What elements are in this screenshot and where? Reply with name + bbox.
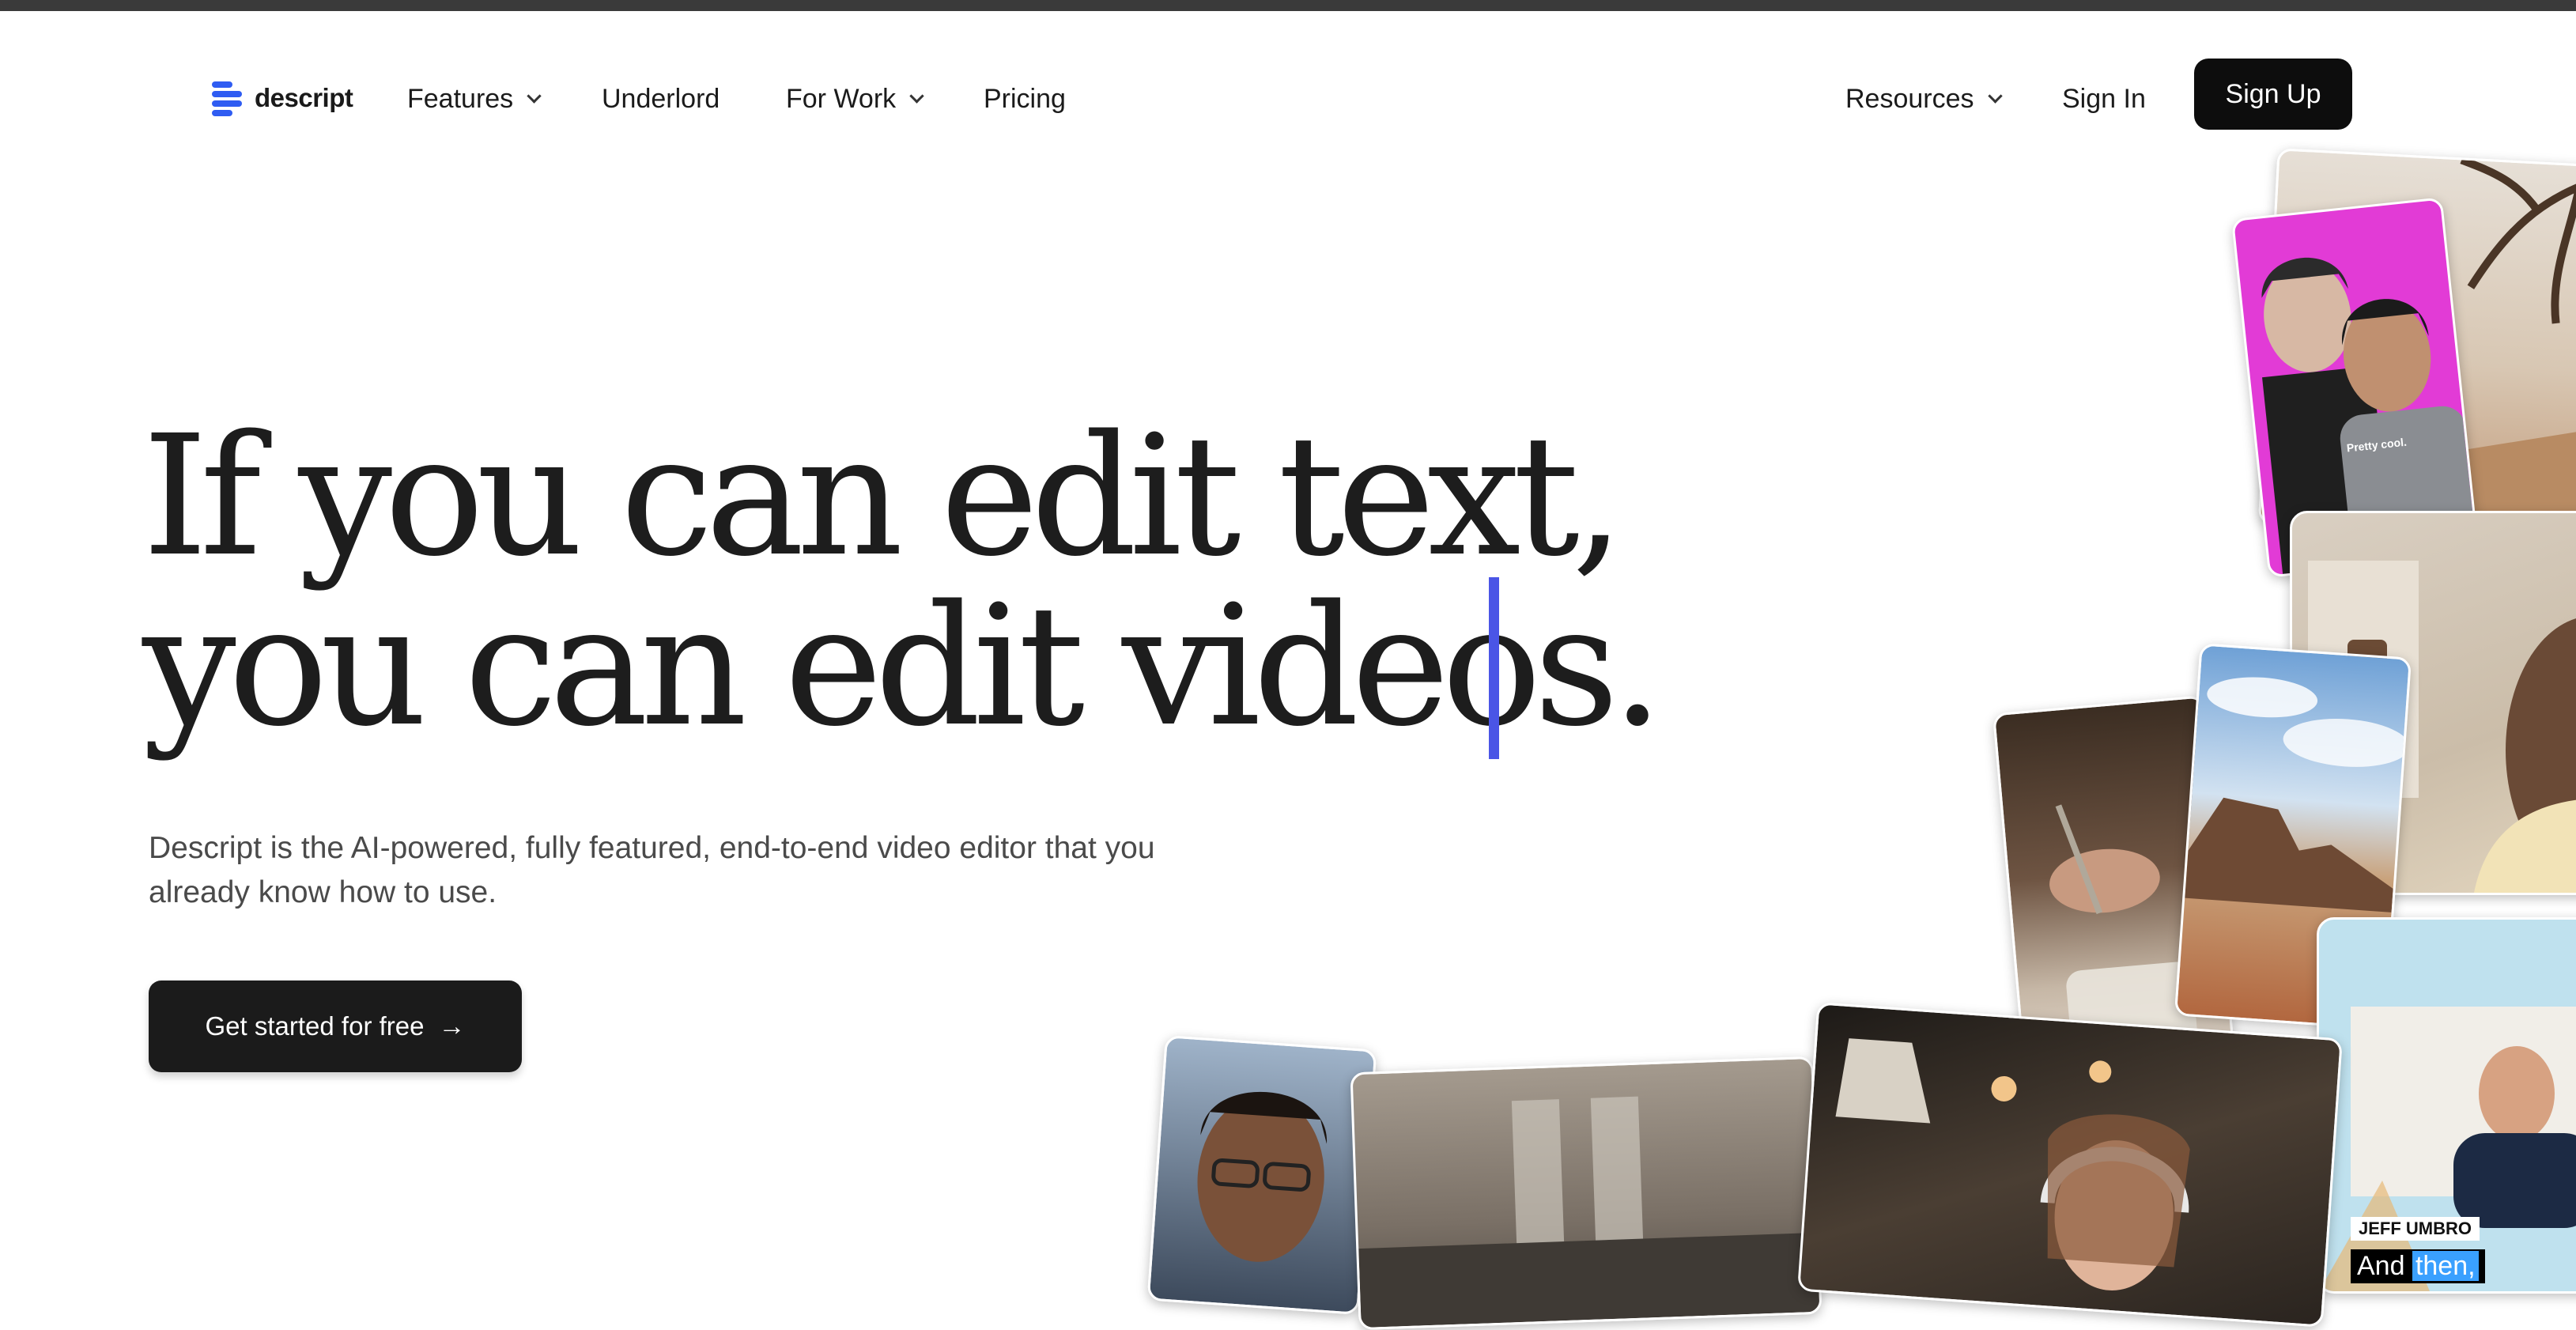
- nav-features-label: Features: [407, 84, 514, 114]
- nav-pricing-link[interactable]: Pricing: [984, 84, 1066, 115]
- nav-underlord-label: Underlord: [602, 84, 720, 114]
- chevron-down-icon: [527, 89, 542, 104]
- arrow-right-icon: →: [438, 1011, 466, 1041]
- logo-wordmark: descript: [255, 83, 353, 112]
- sign-up-button[interactable]: Sign Up: [2194, 59, 2352, 130]
- cta-label: Get started for free: [205, 1011, 425, 1041]
- hero-subcopy: Descript is the AI-powered, fully featur…: [149, 831, 1155, 909]
- office-room-video-card: [1350, 1056, 1822, 1330]
- browser-top-bar: [0, 0, 2576, 11]
- nav-for-work-label: For Work: [786, 84, 897, 114]
- nav-underlord-link[interactable]: Underlord: [602, 84, 720, 115]
- get-started-button[interactable]: Get started for free →: [149, 980, 522, 1072]
- nav-for-work-dropdown[interactable]: For Work: [786, 84, 924, 115]
- headphones-woman-video-card: [1797, 1002, 2343, 1328]
- nav-pricing-label: Pricing: [984, 84, 1066, 114]
- sign-in-link[interactable]: Sign In: [2062, 84, 2146, 115]
- smiling-man-video-card: [1146, 1035, 1377, 1315]
- podcast-host-video-card: JEFF UMBRO And then,: [2317, 917, 2576, 1294]
- headline-line-1: If you can edit text,: [142, 399, 1625, 593]
- nav-resources-dropdown[interactable]: Resources: [1845, 84, 2003, 115]
- office-interior-graphic: [1358, 1096, 1820, 1328]
- nav-resources-label: Resources: [1845, 84, 1974, 114]
- man-glasses-graphic: [1197, 1091, 1327, 1262]
- descript-logo-icon: [212, 80, 244, 116]
- chevron-down-icon: [1987, 89, 2003, 104]
- speaker-nameplate: JEFF UMBRO: [2351, 1217, 2480, 1241]
- top-navigation: descript Features Underlord For Work Pri…: [0, 11, 2576, 174]
- nav-features-dropdown[interactable]: Features: [407, 84, 542, 115]
- chevron-down-icon: [909, 89, 924, 104]
- woman-headphones-graphic: [1835, 1038, 2190, 1290]
- hero-headline: If you can edit text, you can edit video…: [142, 411, 1664, 751]
- headline-line-2: you can edit videos.: [142, 569, 1664, 763]
- caption-subtitle: And then,: [2351, 1249, 2485, 1283]
- sign-in-label: Sign In: [2062, 84, 2146, 114]
- subtitle-word-highlighted: then,: [2412, 1251, 2479, 1281]
- descript-logo[interactable]: descript: [212, 74, 353, 122]
- subtitle-word-1: And: [2357, 1251, 2405, 1281]
- text-caret: [1489, 577, 1499, 759]
